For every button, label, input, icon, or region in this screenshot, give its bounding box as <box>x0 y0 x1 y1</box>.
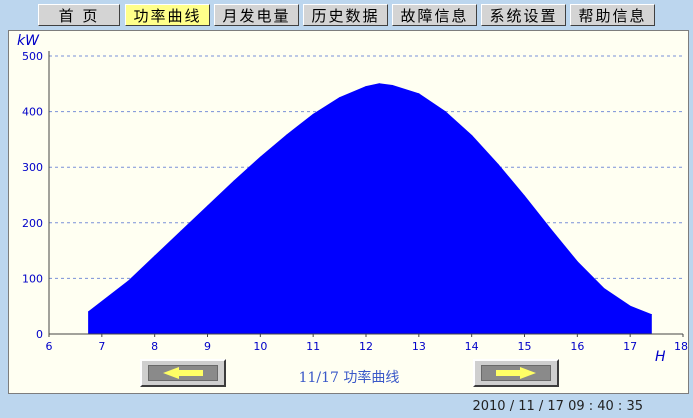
data-point <box>629 305 631 307</box>
tab-system-settings[interactable]: 系统设置 <box>481 4 566 26</box>
y-tick-label-0: 0 <box>36 328 43 341</box>
left-arrow-icon <box>163 367 203 379</box>
next-day-button[interactable] <box>473 359 559 387</box>
power-area <box>88 83 652 335</box>
next-day-button-face <box>481 365 551 381</box>
right-arrow-icon <box>496 367 536 379</box>
tab-help-info[interactable]: 帮助信息 <box>570 4 655 26</box>
tab-history-data[interactable]: 历史数据 <box>303 4 388 26</box>
tab-fault-info[interactable]: 故障信息 <box>392 4 477 26</box>
y-tick-label-400: 400 <box>22 106 43 119</box>
x-tick-label-7: 7 <box>98 340 105 353</box>
data-point <box>524 195 525 197</box>
x-tick-label-9: 9 <box>204 340 211 353</box>
x-tick-label-6: 6 <box>46 340 53 353</box>
data-point <box>550 228 552 230</box>
x-tick-label-12: 12 <box>359 340 373 353</box>
x-tick-label-15: 15 <box>518 340 532 353</box>
data-point <box>378 83 380 85</box>
data-point <box>650 314 652 316</box>
data-point <box>88 311 90 313</box>
y-tick-label-100: 100 <box>22 272 43 285</box>
tab-power-curve[interactable]: 功率曲线 <box>125 4 210 26</box>
data-point <box>154 255 156 257</box>
data-point <box>180 230 182 232</box>
data-point <box>497 163 499 165</box>
prev-day-button-face <box>148 365 218 381</box>
x-tick-label-11: 11 <box>306 340 320 353</box>
y-tick-label-200: 200 <box>22 217 43 230</box>
x-tick-label-13: 13 <box>412 340 426 353</box>
status-bar: 2010 / 11 / 17 09 : 40 : 35 <box>0 396 693 418</box>
y-axis-unit: kW <box>17 33 40 49</box>
data-point <box>233 180 235 182</box>
x-tick-label-17: 17 <box>623 340 637 353</box>
chart-caption: 11/17 功率曲线 <box>298 370 400 386</box>
power-chart: 0100200300400500 6 7 8 9 10 11 12 13 14 15 16 17 18 … <box>17 33 689 365</box>
data-point <box>391 84 393 86</box>
data-point <box>418 93 420 95</box>
x-tick-labels: 6 7 8 9 10 11 12 13 14 15 16 17 18 <box>46 340 689 353</box>
chart-area-layer <box>88 83 652 335</box>
y-tick-labels: 0 100 200 300 400 500 <box>22 50 43 341</box>
data-point <box>603 287 605 289</box>
data-point <box>127 280 129 282</box>
x-tick-label-16: 16 <box>570 340 584 353</box>
data-point <box>339 97 341 99</box>
data-point <box>444 111 446 113</box>
data-point <box>259 156 261 158</box>
data-point <box>576 261 578 263</box>
tab-bar: 首 页 功率曲线 月发电量 历史数据 故障信息 系统设置 帮助信息 <box>0 0 693 30</box>
x-tick-label-8: 8 <box>151 340 158 353</box>
x-tick-label-14: 14 <box>465 340 479 353</box>
chart-panel: 0 100 200 300 400 500 6 7 8 9 10 11 12 13 14 15 16 17 18 … <box>8 30 689 394</box>
prev-day-button[interactable] <box>140 359 226 387</box>
x-tick-label-10: 10 <box>253 340 267 353</box>
data-point <box>365 86 367 88</box>
data-point <box>286 134 288 136</box>
data-point <box>312 113 314 115</box>
tab-home[interactable]: 首 页 <box>38 4 120 26</box>
x-tick-label-18: 18 <box>674 340 688 353</box>
y-tick-label-500: 500 <box>22 50 43 63</box>
tab-monthly-generation[interactable]: 月发电量 <box>214 4 299 26</box>
status-datetime: 2010 / 11 / 17 09 : 40 : 35 <box>472 399 643 414</box>
x-axis-unit: H <box>655 349 666 365</box>
data-point <box>207 205 208 207</box>
y-tick-label-300: 300 <box>22 161 43 174</box>
data-point <box>471 135 473 137</box>
